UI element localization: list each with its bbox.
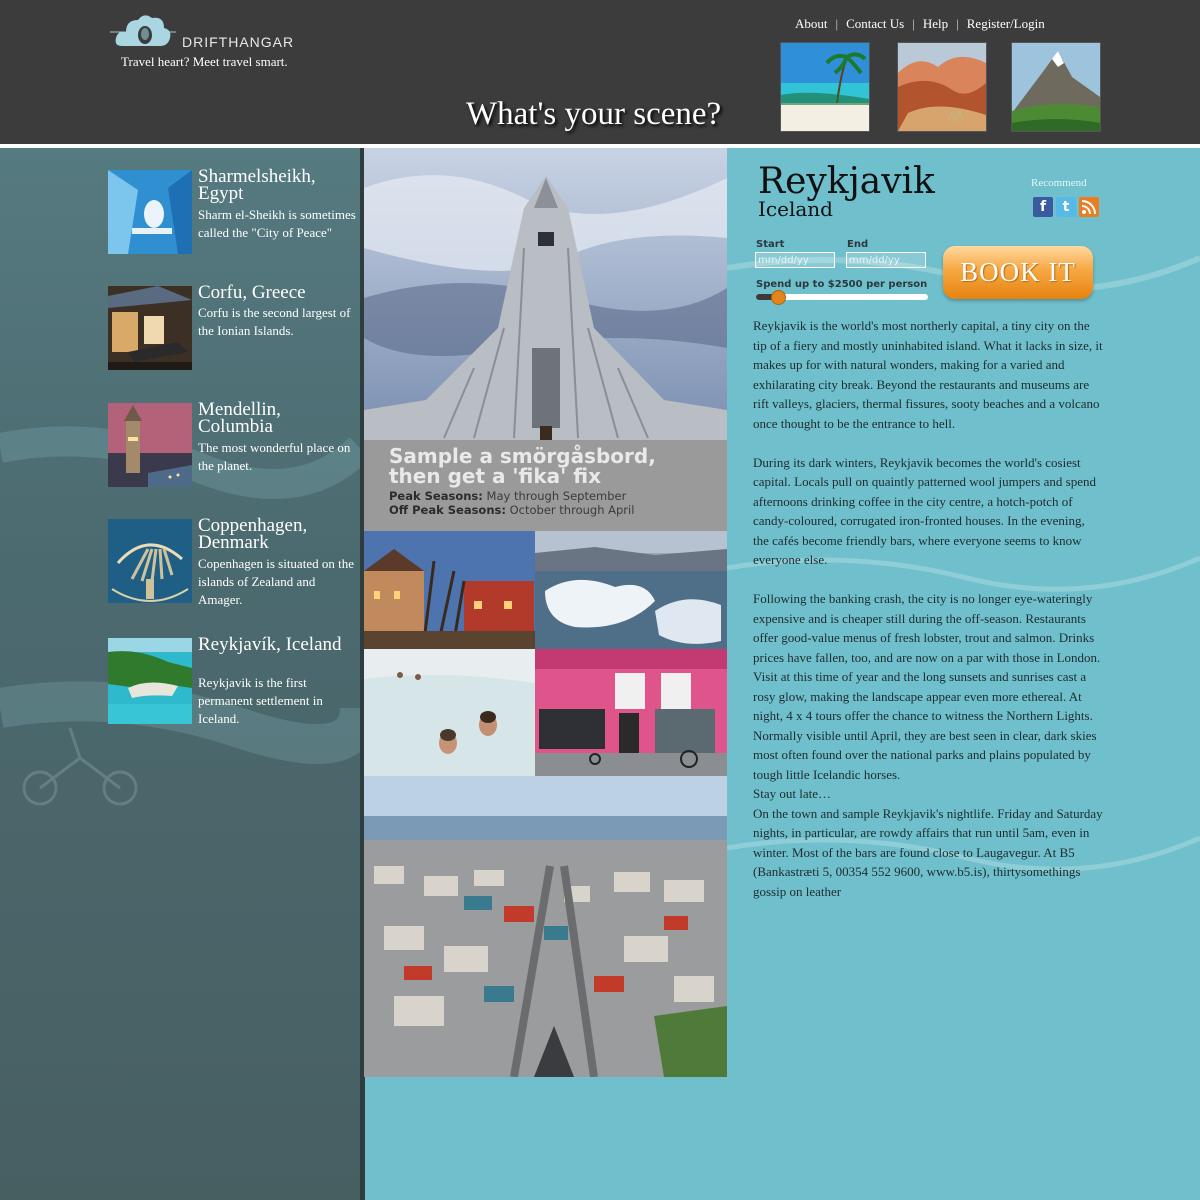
- twitter-icon[interactable]: t: [1056, 197, 1076, 217]
- town-square-photo[interactable]: [364, 531, 535, 649]
- aerial-city-photo[interactable]: [364, 776, 727, 1077]
- end-date-label: End: [847, 239, 869, 250]
- scene-thumb-desert[interactable]: [897, 42, 987, 132]
- season-caption: Sample a smörgåsbord, then get a 'fika' …: [364, 440, 727, 531]
- destination-item-reykjavik[interactable]: Reykjavík, Iceland Reykjavik is the firs…: [108, 635, 358, 728]
- glacier-lagoon-image: [535, 531, 727, 649]
- peak-season-value: May through September: [486, 489, 627, 503]
- church-photo[interactable]: [364, 148, 727, 440]
- offpeak-season-label: Off Peak Seasons:: [389, 503, 506, 517]
- destination-title[interactable]: Reykjavík, Iceland: [198, 635, 358, 654]
- offpeak-season-value: October through April: [509, 503, 635, 517]
- desert-image: [898, 43, 986, 131]
- nav-contact-us[interactable]: Contact Us: [846, 16, 904, 32]
- facebook-icon[interactable]: f: [1033, 197, 1053, 217]
- palm-island-image: [108, 519, 192, 603]
- destination-description: Corfu is the second largest of the Ionia…: [198, 305, 351, 338]
- destination-description: The most wonderful place on the planet.: [198, 440, 351, 473]
- destination-detail: Reykjavik Iceland Recommend f t Start En…: [727, 148, 1200, 1200]
- coast-cliff-image: [108, 638, 192, 724]
- destination-description: Sharm el-Sheikh is sometimes called the …: [198, 207, 356, 240]
- hallgrimskirkja-image: [364, 148, 727, 440]
- caption-headline: Sample a smörgåsbord, then get a 'fika' …: [389, 444, 656, 488]
- destination-description: Copenhagen is situated on the islands of…: [198, 556, 354, 607]
- description-paragraph: Reykjavik is the world's most northerly …: [753, 318, 1103, 431]
- blue-lagoon-photo[interactable]: [364, 649, 535, 776]
- book-it-button[interactable]: BOOK IT: [943, 246, 1093, 299]
- brand-tagline: Travel heart? Meet travel smart.: [121, 54, 288, 69]
- description-paragraph: On the town and sample Reykjavik's night…: [753, 805, 1103, 899]
- city-name: Reykjavik: [758, 161, 935, 202]
- brand-name[interactable]: DRIFTHANGAR: [182, 34, 294, 50]
- peak-season: Peak Seasons: May through September: [389, 489, 626, 503]
- scene-title: What's your scene?: [466, 96, 722, 132]
- description-paragraph: Following the banking crash, the city is…: [753, 591, 1101, 665]
- destination-item-corfu[interactable]: Corfu, Greece Corfu is the second larges…: [108, 283, 358, 376]
- destination-thumb: [108, 170, 192, 254]
- rss-glyph: [1081, 200, 1096, 215]
- scene-thumb-beach[interactable]: [780, 42, 870, 132]
- peak-season-label: Peak Seasons:: [389, 489, 483, 503]
- ice-cave-image: [108, 170, 192, 254]
- blue-lagoon-image: [364, 649, 535, 776]
- destination-title[interactable]: Corfu, Greece: [198, 283, 358, 302]
- nav-about[interactable]: About: [795, 16, 828, 32]
- description-paragraph: During its dark winters, Reykjavik becom…: [753, 454, 1096, 568]
- country-name: Iceland: [758, 197, 833, 221]
- nav-register-login[interactable]: Register/Login: [967, 16, 1045, 32]
- destination-title[interactable]: Sharmelsheikh, Egypt: [198, 167, 358, 203]
- description-paragraph: Visit at this time of year and the long …: [753, 669, 1097, 782]
- terrace-image: [108, 286, 192, 370]
- offpeak-season: Off Peak Seasons: October through April: [389, 503, 634, 517]
- start-date-label: Start: [756, 239, 785, 250]
- destination-item-copenhagen[interactable]: Coppenhagen, Denmark Copenhagen is situa…: [108, 516, 358, 609]
- photo-collage: Sample a smörgåsbord, then get a 'fika' …: [364, 148, 727, 1077]
- cloud-logo-icon[interactable]: [110, 10, 176, 52]
- start-date-input[interactable]: [755, 252, 835, 268]
- destination-thumb: [108, 286, 192, 370]
- nav-help[interactable]: Help: [923, 16, 948, 32]
- top-nav: About | Contact Us | Help | Register/Log…: [795, 16, 1095, 32]
- destination-thumb: [108, 519, 192, 603]
- glacier-photo[interactable]: [535, 531, 727, 649]
- recommend-label: Recommend: [1031, 177, 1087, 189]
- nav-separator: |: [835, 16, 839, 31]
- destination-thumb: [108, 403, 192, 487]
- destination-title[interactable]: Mendellin, Columbia: [198, 400, 358, 436]
- tower-dusk-image: [108, 403, 192, 487]
- town-square-image: [364, 531, 535, 649]
- description-paragraph: Stay out late…: [753, 786, 831, 801]
- nav-separator: |: [912, 16, 915, 31]
- scene-thumb-mountain[interactable]: [1011, 42, 1101, 132]
- pink-cafe-image: [535, 649, 727, 776]
- destination-item-medellin[interactable]: Mendellin, Columbia The most wonderful p…: [108, 400, 358, 493]
- aerial-reykjavik-image: [364, 776, 727, 1077]
- end-date-input[interactable]: [846, 252, 926, 268]
- destination-description: Reykjavik is the first permanent settlem…: [198, 675, 323, 726]
- rss-icon[interactable]: [1079, 197, 1099, 217]
- site-header: DRIFTHANGAR Travel heart? Meet travel sm…: [0, 0, 1200, 144]
- destination-item-sharm[interactable]: Sharmelsheikh, Egypt Sharm el-Sheikh is …: [108, 167, 358, 260]
- pink-cafe-photo[interactable]: [535, 649, 727, 776]
- mountain-image: [1012, 43, 1100, 131]
- destination-thumb: [108, 638, 192, 724]
- nav-separator: |: [956, 16, 959, 31]
- beach-image: [781, 43, 869, 131]
- spend-label: Spend up to $2500 per person: [756, 279, 928, 290]
- destination-description-text: Reykjavik is the world's most northerly …: [753, 316, 1103, 901]
- budget-slider[interactable]: [756, 290, 928, 305]
- destination-title[interactable]: Coppenhagen, Denmark: [198, 516, 358, 552]
